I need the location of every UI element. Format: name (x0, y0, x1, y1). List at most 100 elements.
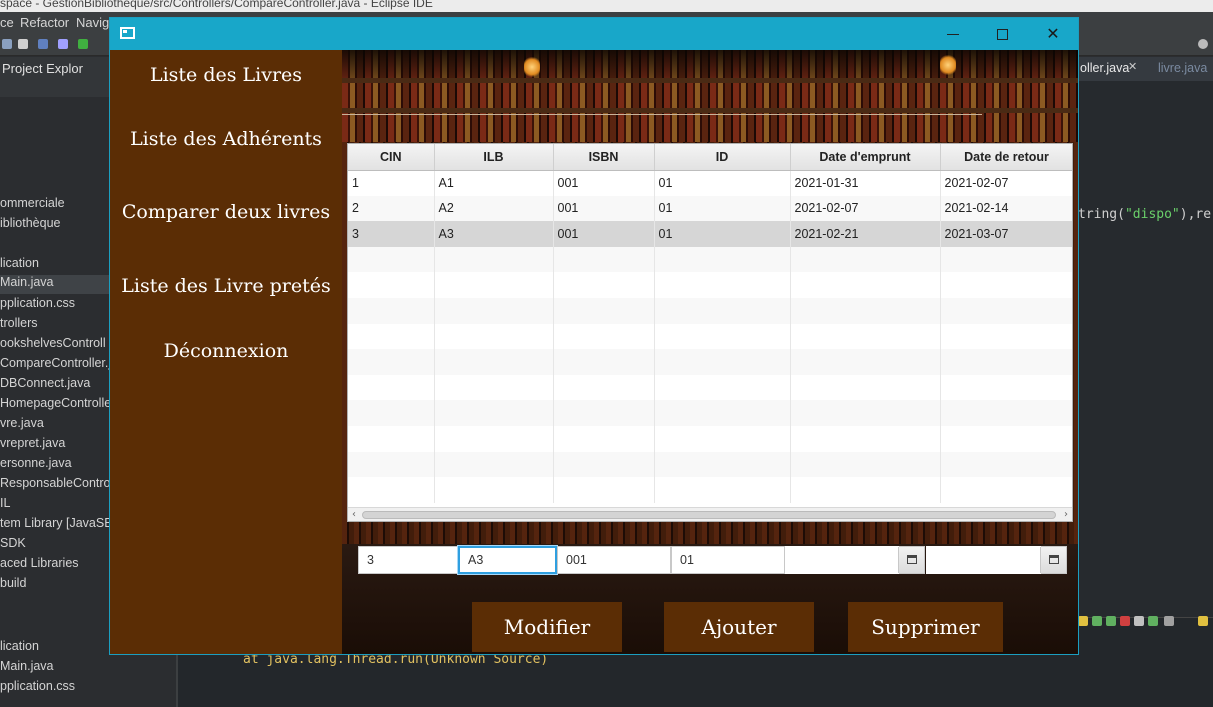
editor-tab-active[interactable]: oller.java (1080, 61, 1129, 75)
cin-input[interactable] (358, 546, 458, 574)
banner-shade (342, 50, 1078, 80)
table-cell: 1 (348, 170, 435, 196)
toolbar-icon[interactable] (18, 39, 28, 49)
column-header-ilb[interactable]: ILB (434, 144, 554, 171)
date-emprunt-input[interactable] (785, 546, 899, 574)
console-terminate-icon[interactable] (1120, 616, 1130, 626)
calendar-button[interactable] (1040, 547, 1066, 573)
tree-item-selected[interactable]: Main.java (0, 275, 110, 294)
nav-comparer-livres[interactable]: Comparer deux livres (110, 201, 342, 223)
tree-item-jre[interactable]: tem Library [JavaSE (0, 516, 110, 530)
table-row-empty (348, 400, 1072, 426)
nav-liste-livres[interactable]: Liste des Livres (110, 64, 342, 86)
ajouter-button[interactable]: Ajouter (664, 602, 814, 652)
tree-item[interactable]: DBConnect.java (0, 376, 90, 390)
toolbar-icon[interactable] (58, 39, 68, 49)
tree-item[interactable]: HomepageControlle (0, 396, 110, 410)
table-row-empty (348, 323, 1072, 350)
debug-icon[interactable] (78, 39, 88, 49)
project-explorer-header: Project Explor (0, 57, 110, 97)
tree-item[interactable]: ResponsableControll (0, 476, 110, 490)
search-icon[interactable] (1198, 39, 1208, 49)
table-row-empty (348, 297, 1072, 324)
column-header-cin[interactable]: CIN (348, 144, 435, 171)
tree-item[interactable]: ibliothèque (0, 216, 60, 230)
date-retour-input[interactable] (926, 546, 1041, 574)
tree-item[interactable]: pplication.css (0, 679, 75, 693)
eclipse-title-text: space - GestionBibliotheque/src/Controll… (0, 0, 433, 10)
table-cell (790, 246, 941, 273)
tree-item[interactable]: ookshelvesControll (0, 336, 106, 350)
console-display-icon[interactable] (1164, 616, 1174, 626)
loans-table-grid: CIN ILB ISBN ID Date d'emprunt Date de r… (348, 144, 1072, 503)
tree-item[interactable]: vre.java (0, 416, 44, 430)
table-row[interactable]: 2 A2 001 01 2021-02-07 2021-02-14 (348, 195, 1072, 222)
table-cell: 3 (348, 221, 435, 247)
table-cell (940, 425, 1072, 452)
tree-item[interactable]: lication (0, 256, 39, 270)
table-cell (553, 400, 655, 426)
eclipse-menu-navigate[interactable]: Navig (76, 15, 109, 30)
isbn-input[interactable] (557, 546, 671, 574)
scroll-left-icon[interactable]: ‹ (348, 508, 360, 521)
tree-item[interactable]: ommerciale (0, 196, 65, 210)
scroll-right-icon[interactable]: › (1060, 508, 1072, 521)
console-lock-icon[interactable] (1078, 616, 1088, 626)
scrollbar-thumb[interactable] (362, 511, 1056, 519)
maximize-button[interactable] (978, 18, 1028, 50)
console-icon[interactable] (1106, 616, 1116, 626)
console-icon[interactable] (1092, 616, 1102, 626)
close-icon[interactable]: ✕ (1128, 60, 1137, 73)
table-cell (940, 349, 1072, 375)
tree-item[interactable]: lication (0, 639, 39, 653)
nav-liste-adherents[interactable]: Liste des Adhérents (110, 128, 342, 150)
table-row[interactable]: 1 A1 001 01 2021-01-31 2021-02-07 (348, 170, 1072, 196)
id-input[interactable] (671, 546, 785, 574)
tree-item[interactable]: CompareController.ja (0, 356, 110, 370)
column-header-id[interactable]: ID (654, 144, 791, 171)
column-header-date-retour[interactable]: Date de retour (940, 144, 1072, 171)
editor-area (1078, 57, 1213, 617)
nav-livres-pretes[interactable]: Liste des Livre pretés (110, 275, 342, 297)
tree-item[interactable]: build (0, 576, 26, 590)
eclipse-menu-refactor[interactable]: Refactor (20, 15, 69, 30)
table-cell (348, 400, 435, 426)
nav-deconnexion[interactable]: Déconnexion (110, 340, 342, 362)
editor-tab[interactable]: livre.java (1158, 61, 1207, 75)
table-cell (434, 425, 554, 452)
table-row-empty (348, 272, 1072, 298)
table-row[interactable]: 3 A3 001 01 2021-02-21 2021-03-07 (348, 221, 1072, 247)
tree-item[interactable]: pplication.css (0, 296, 75, 310)
ilb-input[interactable] (458, 546, 557, 574)
tree-item[interactable]: IL (0, 496, 10, 510)
project-explorer-title[interactable]: Project Explor (2, 61, 83, 76)
table-cell (348, 374, 435, 401)
column-header-isbn[interactable]: ISBN (553, 144, 655, 171)
tree-item[interactable]: vrepret.java (0, 436, 65, 450)
table-cell (940, 477, 1072, 503)
date-emprunt-picker[interactable] (785, 546, 925, 574)
table-cell (940, 297, 1072, 324)
column-header-date-emprunt[interactable]: Date d'emprunt (790, 144, 941, 171)
calendar-button[interactable] (898, 547, 924, 573)
eclipse-menu-source[interactable]: ce (0, 15, 14, 30)
supprimer-button[interactable]: Supprimer (848, 602, 1003, 652)
tree-item[interactable]: aced Libraries (0, 556, 79, 570)
close-button[interactable]: ✕ (1028, 18, 1078, 50)
modifier-button[interactable]: Modifier (472, 602, 622, 652)
console-pin-icon[interactable] (1198, 616, 1208, 626)
console-icon[interactable] (1148, 616, 1158, 626)
table-cell (348, 272, 435, 298)
horizontal-scrollbar[interactable]: ‹ › (348, 507, 1072, 521)
minimize-button[interactable] (928, 18, 978, 50)
date-retour-picker[interactable] (926, 546, 1067, 574)
table-cell (553, 297, 655, 324)
console-icon[interactable] (1134, 616, 1144, 626)
tree-item[interactable]: Main.java (0, 659, 54, 673)
tree-item[interactable]: SDK (0, 536, 26, 550)
tree-item[interactable]: ersonne.java (0, 456, 72, 470)
tree-item[interactable]: trollers (0, 316, 38, 330)
toolbar-icon[interactable] (2, 39, 12, 49)
toolbar-icon[interactable] (38, 39, 48, 49)
table-cell: 001 (553, 221, 655, 247)
